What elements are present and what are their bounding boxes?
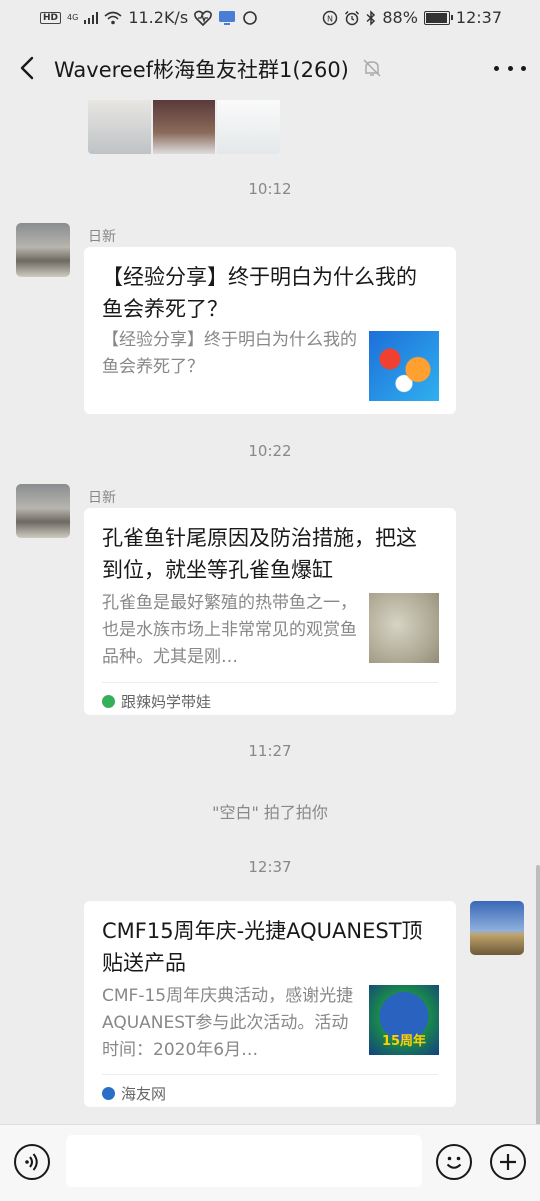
hd-icon: HD [40, 11, 62, 24]
link-card[interactable]: 【经验分享】终于明白为什么我的鱼会养死了？ 【经验分享】终于明白为什么我的鱼会养… [84, 247, 456, 414]
status-bar: HD 4G 11.2K/s N 88% 12:37 [0, 0, 540, 36]
card-description: 孔雀鱼是最好繁殖的热带鱼之一，也是水族市场上非常常见的观赏鱼品种。尤其是刚… [102, 593, 357, 667]
card-title: 【经验分享】终于明白为什么我的鱼会养死了？ [102, 265, 417, 321]
network-type: 4G [67, 13, 79, 22]
source-icon [102, 695, 115, 708]
add-more-button[interactable] [490, 1144, 526, 1180]
mute-bell-icon [363, 59, 381, 77]
card-description: 【经验分享】终于明白为什么我的鱼会养死了？ [102, 330, 357, 377]
link-card[interactable]: 孔雀鱼针尾原因及防治措施，把这到位，就坐等孔雀鱼爆缸 孔雀鱼是最好繁殖的热带鱼之… [84, 508, 456, 715]
thumbnail-text: 15周年 [381, 1034, 427, 1049]
image-thumbnail [88, 100, 151, 154]
my-avatar[interactable] [470, 901, 524, 955]
nfc-icon: N [323, 10, 338, 25]
card-description: CMF-15周年庆典活动，感谢光捷AQUANEST参与此次活动。活动时间：202… [102, 986, 354, 1060]
card-thumbnail: 15周年 [369, 985, 439, 1055]
card-title: 孔雀鱼针尾原因及防治措施，把这到位，就坐等孔雀鱼爆缸 [102, 526, 417, 582]
link-card[interactable]: CMF15周年庆-光捷AQUANEST顶贴送产品 CMF-15周年庆典活动，感谢… [84, 901, 456, 1107]
plus-icon [500, 1154, 516, 1170]
scrollbar[interactable] [536, 865, 540, 1124]
card-source: 跟辣妈学带娃 [102, 682, 438, 712]
back-arrow-icon[interactable] [14, 54, 42, 82]
timestamp: 12:37 [248, 858, 292, 876]
sender-name: 日新 [88, 229, 116, 245]
alarm-icon [345, 10, 360, 25]
voice-icon [25, 1153, 38, 1171]
title-bar: Wavereef彬海鱼友社群1(260) [0, 36, 540, 100]
emoji-button[interactable] [436, 1144, 472, 1180]
avatar[interactable] [16, 484, 70, 538]
battery-percent: 88% [382, 8, 418, 27]
bluetooth-icon [366, 9, 376, 26]
system-message: "空白" 拍了拍你 [212, 803, 328, 822]
card-thumbnail [369, 331, 439, 401]
voice-button[interactable] [14, 1144, 50, 1180]
chat-messages[interactable]: 10:12 日新 【经验分享】终于明白为什么我的鱼会养死了？ 【经验分享】终于明… [0, 100, 540, 1124]
loading-icon [243, 10, 257, 25]
card-title: CMF15周年庆-光捷AQUANEST顶贴送产品 [102, 919, 423, 975]
image-thumbnail [152, 100, 216, 154]
image-thumbnail [217, 100, 280, 154]
avatar[interactable] [16, 223, 70, 277]
card-thumbnail [369, 593, 439, 663]
sender-name: 日新 [88, 490, 116, 506]
wifi-icon [104, 11, 122, 24]
source-name: 海友网 [121, 1085, 167, 1103]
signal-icon [84, 11, 99, 24]
more-options-button[interactable] [494, 54, 526, 82]
timestamp: 11:27 [248, 742, 292, 760]
clock: 12:37 [455, 8, 502, 27]
image-message[interactable] [88, 100, 280, 154]
screen-share-icon [219, 10, 236, 25]
source-name: 跟辣妈学带娃 [121, 693, 212, 711]
network-speed: 11.2K/s [128, 8, 189, 27]
battery-icon [423, 10, 453, 25]
chat-title: Wavereef彬海鱼友社群1(260) [54, 58, 349, 82]
emoji-icon [446, 1156, 462, 1169]
message-input[interactable] [66, 1135, 422, 1187]
svg-text:N: N [327, 14, 333, 23]
source-icon [102, 1087, 115, 1100]
timestamp: 10:12 [248, 180, 292, 198]
card-source: 海友网 [102, 1074, 438, 1104]
health-icon [194, 10, 213, 26]
timestamp: 10:22 [248, 442, 292, 460]
input-bar [0, 1124, 540, 1201]
